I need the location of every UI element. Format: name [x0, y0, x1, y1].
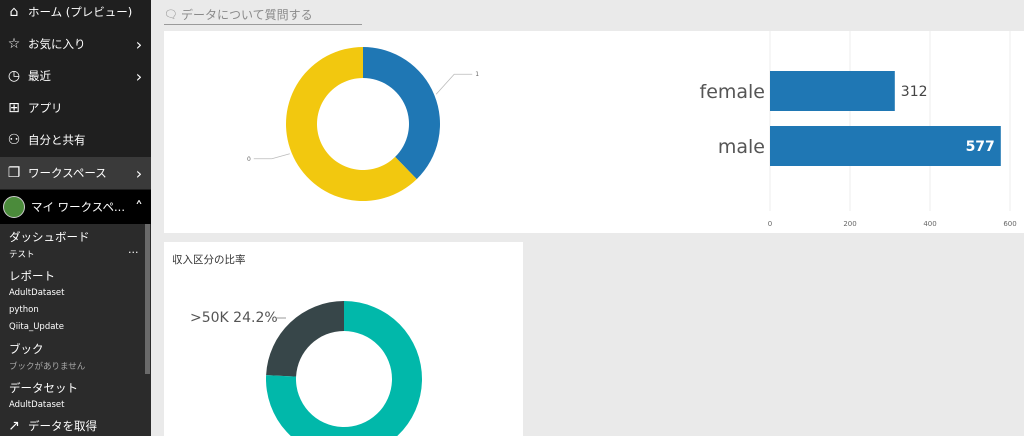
report-item[interactable]: Qiita_Update — [9, 322, 64, 332]
bar-category-label: male — [718, 136, 765, 158]
bar-x-tick: 400 — [923, 220, 936, 228]
nav-favorites-label: お気に入り — [28, 37, 86, 51]
report-item[interactable]: AdultDataset — [9, 288, 64, 298]
nav-apps-label: アプリ — [28, 101, 63, 115]
bar-chart-gender: 0 200 400 600 female 312 male 577 — [700, 31, 1017, 228]
dashboard-tile-income[interactable]: 収入区分の比率 >50K 24.2% — [164, 242, 523, 436]
dashboard-item[interactable]: テスト — [9, 248, 35, 260]
chevron-right-icon: › — [135, 66, 143, 86]
sidebar: ⌂ ホーム (プレビュー) ☆ お気に入り › ◷ 最近 › ⊞ アプリ ⚇ 自… — [0, 0, 151, 436]
reports-header: レポート — [9, 269, 55, 283]
nav-favorites[interactable]: ☆ お気に入り › — [0, 28, 151, 60]
bar-x-tick: 600 — [1003, 220, 1016, 228]
qna-placeholder: データについて質問する — [180, 8, 313, 22]
nav-my-workspace[interactable]: マイ ワークスペ... ˄ — [0, 190, 151, 224]
nav-recent-label: 最近 — [28, 69, 51, 83]
donut-chart-income: >50K 24.2% — [190, 301, 422, 436]
workspaces-icon: ❐ — [7, 165, 21, 181]
avatar — [3, 196, 25, 218]
nav-my-workspace-label: マイ ワークスペ... — [31, 200, 125, 214]
sidebar-scrollbar[interactable] — [145, 224, 150, 374]
donut-income-slice[interactable] — [266, 301, 344, 377]
home-icon: ⌂ — [9, 4, 19, 20]
datasets-header: データセット — [9, 381, 78, 395]
donut-chart-1: 10 — [247, 47, 479, 201]
bar-x-tick: 0 — [768, 220, 772, 228]
chat-icon: 🗨 — [164, 8, 178, 21]
more-options-icon[interactable]: ··· — [128, 246, 139, 259]
workbooks-empty: ブックがありません — [9, 362, 86, 372]
nav-workspaces-label: ワークスペース — [28, 166, 107, 180]
get-data-label: データを取得 — [28, 419, 97, 433]
nav-home[interactable]: ⌂ ホーム (プレビュー) — [0, 0, 151, 28]
bar-value-label: 312 — [901, 84, 928, 100]
donut-income-label: >50K 24.2% — [190, 310, 278, 326]
nav-home-label: ホーム (プレビュー) — [28, 5, 133, 19]
get-data-button[interactable]: ↗ データを取得 — [0, 412, 151, 436]
nav-workspaces[interactable]: ❐ ワークスペース › — [0, 157, 151, 189]
report-item[interactable]: python — [9, 305, 39, 315]
bar-value-label: 577 — [966, 139, 995, 155]
shared-icon: ⚇ — [7, 132, 21, 148]
bar-category-label: female — [700, 81, 766, 103]
donut1-label: 0 — [247, 156, 251, 163]
bar-x-tick: 200 — [843, 220, 856, 228]
chevron-up-icon: ˄ — [135, 197, 143, 217]
chevron-right-icon: › — [135, 34, 143, 54]
tile1-svg: 10 0 200 400 600female 312male 577 — [247, 31, 1017, 228]
nav-shared[interactable]: ⚇ 自分と共有 — [0, 124, 151, 156]
donut1-leader-line — [253, 153, 290, 160]
nav-shared-label: 自分と共有 — [28, 133, 86, 147]
workbooks-header: ブック — [9, 342, 44, 356]
donut1-label: 1 — [475, 71, 479, 78]
apps-icon: ⊞ — [8, 100, 20, 116]
qna-box[interactable]: 🗨 データについて質問する — [164, 5, 362, 25]
tile2-svg: >50K 24.2% — [190, 301, 422, 436]
bar-female[interactable] — [770, 71, 895, 111]
nav-apps[interactable]: ⊞ アプリ — [0, 92, 151, 124]
nav-recent[interactable]: ◷ 最近 › — [0, 60, 151, 92]
clock-icon: ◷ — [7, 68, 21, 84]
dataset-item[interactable]: AdultDataset — [9, 400, 64, 410]
star-icon: ☆ — [7, 36, 21, 52]
chevron-right-icon: › — [135, 163, 143, 183]
dashboards-header: ダッシュボード — [9, 230, 90, 244]
arrow-up-right-icon: ↗ — [8, 418, 20, 434]
donut1-slice[interactable] — [363, 47, 440, 180]
donut1-leader-line — [435, 73, 473, 95]
dashboard-tile-gender[interactable]: 10 0 200 400 600 female 312 male 577 — [164, 31, 1024, 233]
